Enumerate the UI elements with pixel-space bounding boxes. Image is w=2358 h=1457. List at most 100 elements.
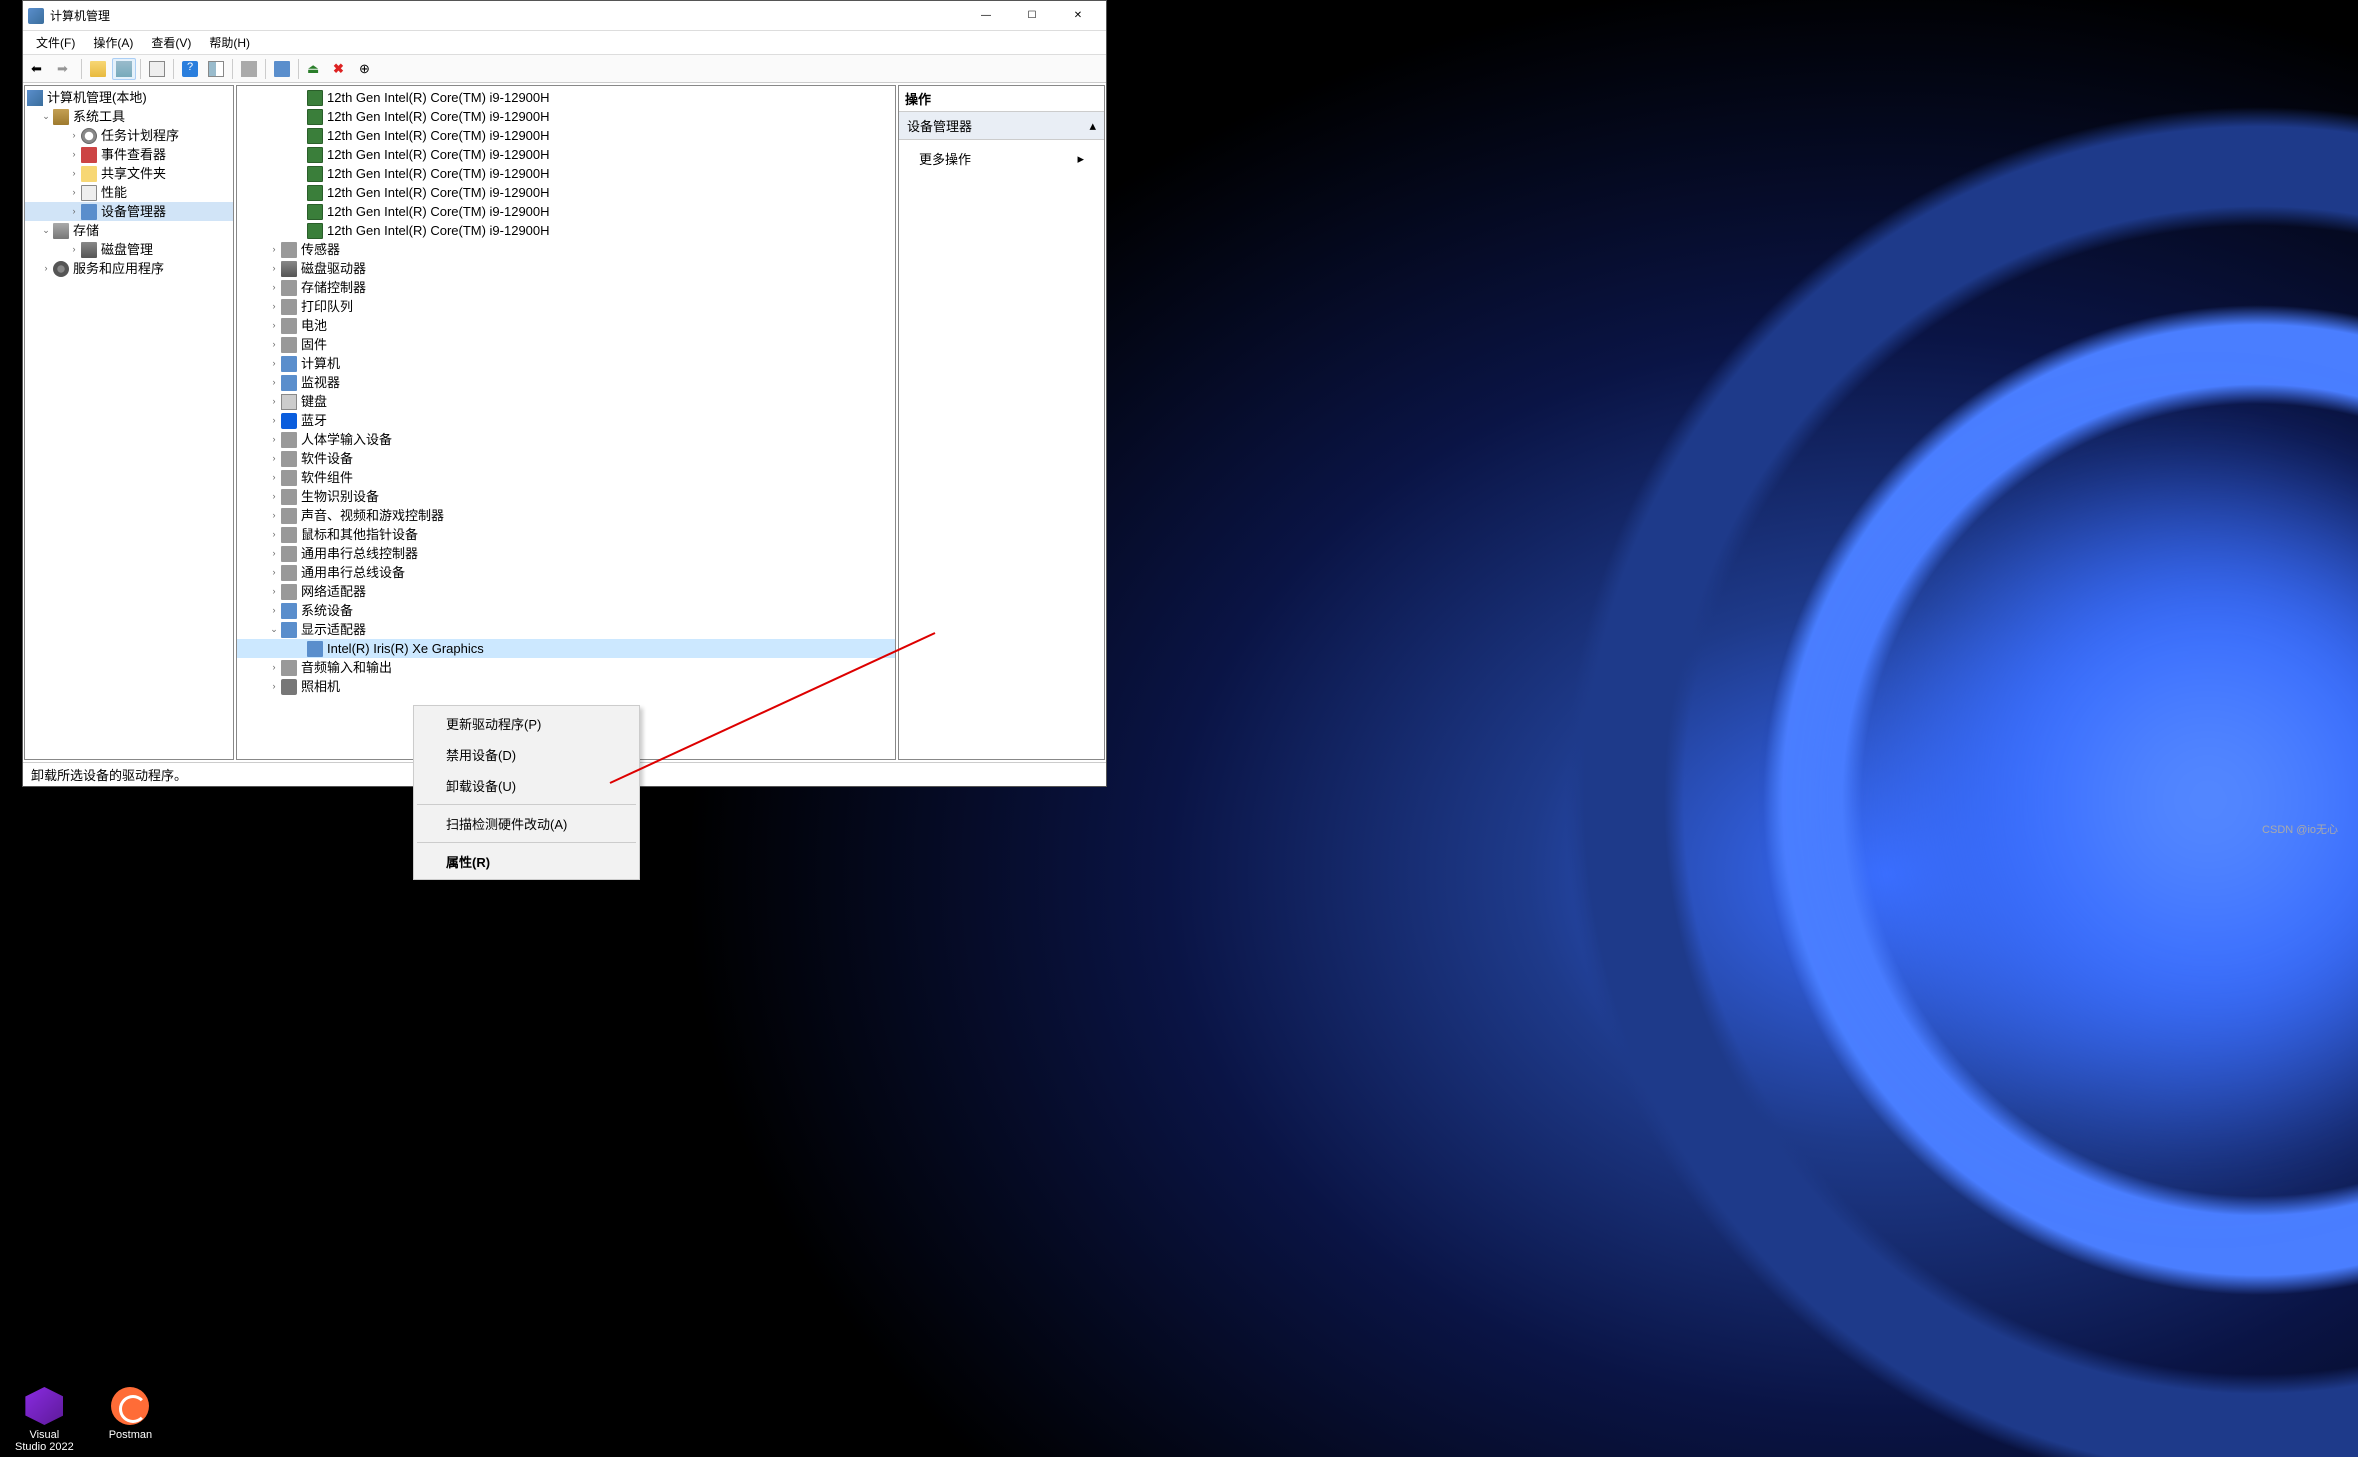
- ctx-update-driver[interactable]: 更新驱动程序(P): [416, 708, 637, 739]
- show-tree-button[interactable]: [112, 58, 136, 80]
- toggle-icon[interactable]: ›: [267, 297, 281, 316]
- tree-item[interactable]: ›任务计划程序: [25, 126, 233, 145]
- left-navigation-pane[interactable]: 计算机管理(本地)⌄系统工具›任务计划程序›事件查看器›共享文件夹›性能›设备管…: [24, 85, 234, 760]
- tree-group[interactable]: ⌄系统工具: [25, 107, 233, 126]
- show-hide-button[interactable]: [204, 58, 228, 80]
- device-category[interactable]: ›计算机: [237, 354, 895, 373]
- ctx-uninstall-device[interactable]: 卸载设备(U): [416, 770, 637, 801]
- device-category[interactable]: ›系统设备: [237, 601, 895, 620]
- toggle-icon[interactable]: ›: [67, 145, 81, 164]
- toggle-icon[interactable]: ›: [267, 278, 281, 297]
- device-category[interactable]: ›打印队列: [237, 297, 895, 316]
- cpu-device-item[interactable]: 12th Gen Intel(R) Core(TM) i9-12900H: [237, 221, 895, 240]
- device-tree-pane[interactable]: 12th Gen Intel(R) Core(TM) i9-12900H12th…: [236, 85, 896, 760]
- toggle-icon[interactable]: ›: [267, 430, 281, 449]
- toggle-icon[interactable]: ›: [39, 259, 53, 278]
- toggle-icon[interactable]: ›: [267, 240, 281, 259]
- toggle-icon[interactable]: ›: [267, 354, 281, 373]
- device-category[interactable]: ›电池: [237, 316, 895, 335]
- toggle-icon[interactable]: ›: [267, 544, 281, 563]
- tree-item[interactable]: ›事件查看器: [25, 145, 233, 164]
- ctx-properties[interactable]: 属性(R): [416, 846, 637, 877]
- cpu-device-item[interactable]: 12th Gen Intel(R) Core(TM) i9-12900H: [237, 202, 895, 221]
- cpu-device-item[interactable]: 12th Gen Intel(R) Core(TM) i9-12900H: [237, 164, 895, 183]
- toggle-icon[interactable]: ›: [67, 126, 81, 145]
- tree-item[interactable]: ›设备管理器: [25, 202, 233, 221]
- toggle-icon[interactable]: ›: [267, 525, 281, 544]
- tree-item[interactable]: ›性能: [25, 183, 233, 202]
- tree-item[interactable]: ›磁盘管理: [25, 240, 233, 259]
- ctx-disable-device[interactable]: 禁用设备(D): [416, 739, 637, 770]
- device-category[interactable]: ›磁盘驱动器: [237, 259, 895, 278]
- toggle-icon[interactable]: ›: [267, 487, 281, 506]
- collapse-icon[interactable]: ▴: [1089, 118, 1096, 134]
- menu-view[interactable]: 查看(V): [143, 32, 199, 53]
- up-button[interactable]: [86, 58, 110, 80]
- display-adapter-item[interactable]: Intel(R) Iris(R) Xe Graphics: [237, 639, 895, 658]
- cpu-device-item[interactable]: 12th Gen Intel(R) Core(TM) i9-12900H: [237, 145, 895, 164]
- device-category[interactable]: ›蓝牙: [237, 411, 895, 430]
- toggle-icon[interactable]: ›: [267, 582, 281, 601]
- toggle-icon[interactable]: ›: [267, 449, 281, 468]
- toggle-icon[interactable]: ›: [267, 411, 281, 430]
- device-category[interactable]: ›存储控制器: [237, 278, 895, 297]
- computer-button[interactable]: [270, 58, 294, 80]
- cpu-device-item[interactable]: 12th Gen Intel(R) Core(TM) i9-12900H: [237, 107, 895, 126]
- device-category[interactable]: ›键盘: [237, 392, 895, 411]
- device-category[interactable]: ›传感器: [237, 240, 895, 259]
- toggle-icon[interactable]: ⌄: [267, 620, 281, 639]
- toggle-icon[interactable]: ›: [267, 506, 281, 525]
- toggle-icon[interactable]: ›: [267, 677, 281, 696]
- visual-studio-shortcut[interactable]: Visual Studio 2022: [15, 1387, 74, 1453]
- toggle-icon[interactable]: ⌄: [39, 107, 53, 126]
- titlebar[interactable]: 计算机管理 — ☐ ✕: [23, 1, 1106, 31]
- remove-button[interactable]: ✖: [329, 58, 353, 80]
- ctx-scan-hardware[interactable]: 扫描检测硬件改动(A): [416, 808, 637, 839]
- toggle-icon[interactable]: ›: [267, 658, 281, 677]
- scan-button[interactable]: ⊕: [355, 58, 379, 80]
- menu-help[interactable]: 帮助(H): [201, 32, 258, 53]
- help-button[interactable]: ?: [178, 58, 202, 80]
- tree-group[interactable]: ›服务和应用程序: [25, 259, 233, 278]
- maximize-button[interactable]: ☐: [1009, 1, 1055, 31]
- toggle-icon[interactable]: ›: [67, 240, 81, 259]
- tree-root[interactable]: 计算机管理(本地): [25, 88, 233, 107]
- toggle-icon[interactable]: ›: [267, 335, 281, 354]
- postman-shortcut[interactable]: Postman: [109, 1387, 152, 1453]
- tree-item[interactable]: ›共享文件夹: [25, 164, 233, 183]
- device-category[interactable]: ›照相机: [237, 677, 895, 696]
- actions-section[interactable]: 设备管理器 ▴: [899, 112, 1104, 140]
- toggle-icon[interactable]: ›: [267, 601, 281, 620]
- more-actions-link[interactable]: 更多操作 ▸: [899, 146, 1104, 171]
- cpu-device-item[interactable]: 12th Gen Intel(R) Core(TM) i9-12900H: [237, 88, 895, 107]
- device-category[interactable]: ›人体学输入设备: [237, 430, 895, 449]
- cpu-device-item[interactable]: 12th Gen Intel(R) Core(TM) i9-12900H: [237, 183, 895, 202]
- device-category[interactable]: ›软件设备: [237, 449, 895, 468]
- device-category[interactable]: ›音频输入和输出: [237, 658, 895, 677]
- toggle-icon[interactable]: ›: [67, 202, 81, 221]
- menu-action[interactable]: 操作(A): [85, 32, 141, 53]
- device-category[interactable]: ›监视器: [237, 373, 895, 392]
- toggle-icon[interactable]: ›: [267, 468, 281, 487]
- device-category[interactable]: ›鼠标和其他指针设备: [237, 525, 895, 544]
- device-category[interactable]: ›声音、视频和游戏控制器: [237, 506, 895, 525]
- close-button[interactable]: ✕: [1055, 1, 1101, 31]
- toggle-icon[interactable]: ›: [267, 392, 281, 411]
- eject-button[interactable]: ⏏: [303, 58, 327, 80]
- properties-button[interactable]: [145, 58, 169, 80]
- toggle-icon[interactable]: ›: [267, 259, 281, 278]
- tree-group[interactable]: ⌄存储: [25, 221, 233, 240]
- toggle-icon[interactable]: ⌄: [39, 221, 53, 240]
- toggle-icon[interactable]: ›: [67, 183, 81, 202]
- toggle-icon[interactable]: ›: [67, 164, 81, 183]
- menu-file[interactable]: 文件(F): [28, 32, 83, 53]
- cpu-device-item[interactable]: 12th Gen Intel(R) Core(TM) i9-12900H: [237, 126, 895, 145]
- device-category[interactable]: ›生物识别设备: [237, 487, 895, 506]
- toggle-icon[interactable]: ›: [267, 563, 281, 582]
- device-category[interactable]: ›网络适配器: [237, 582, 895, 601]
- print-button[interactable]: [237, 58, 261, 80]
- toggle-icon[interactable]: ›: [267, 373, 281, 392]
- device-category[interactable]: ›通用串行总线控制器: [237, 544, 895, 563]
- device-category[interactable]: ›通用串行总线设备: [237, 563, 895, 582]
- device-category[interactable]: ›固件: [237, 335, 895, 354]
